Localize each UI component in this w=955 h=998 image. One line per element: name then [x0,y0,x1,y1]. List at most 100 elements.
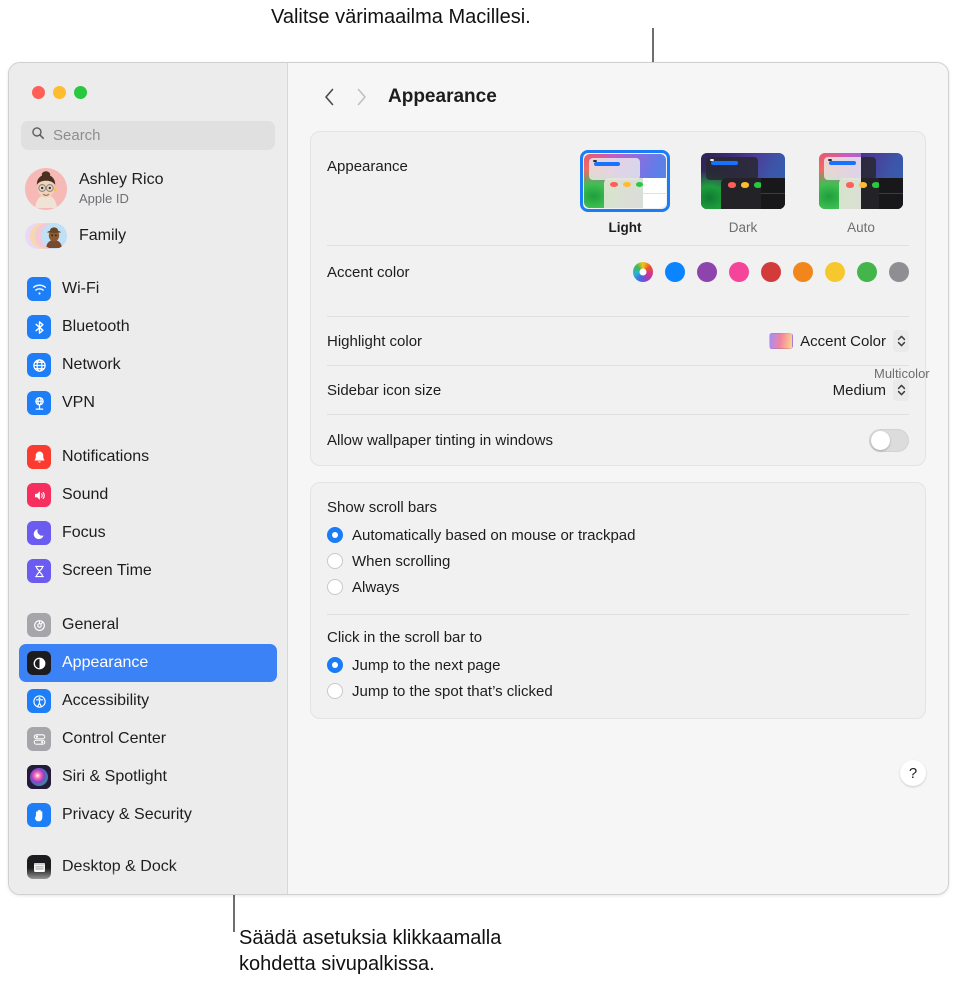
sidebar-item-appearance[interactable]: Appearance [19,644,277,682]
appearance-settings-card: Appearance Light Dark Auto Accent color … [310,131,930,466]
wifi-icon [27,277,51,301]
radio-icon[interactable] [327,527,343,543]
accent-swatch-blue[interactable] [665,262,685,282]
radio-icon[interactable] [327,553,343,569]
accessibility-icon [27,689,51,713]
scrollbar-option-label: When scrolling [352,552,451,570]
scroll-click-heading: Click in the scroll bar to [327,629,483,646]
sidebar-icon-size-row: Sidebar icon size Medium [311,366,925,414]
sidebar-item-label: Wi-Fi [62,280,100,297]
appearance-option-label: Light [608,220,642,235]
sidebar-item-label: Privacy & Security [62,806,192,823]
appearance-option-label: Auto [847,220,875,235]
chevron-updown-icon[interactable] [893,330,909,352]
scrollclick-option-spot-clicked[interactable]: Jump to the spot that’s clicked [327,678,909,704]
moon-icon [27,521,51,545]
wallpaper-tinting-toggle[interactable] [869,428,909,452]
sidebar-item-siri-and-spotlight[interactable]: Siri & Spotlight [19,758,277,796]
navigation-bar: Appearance [310,63,926,131]
accent-swatch-green[interactable] [857,262,877,282]
appearance-option-dark[interactable]: Dark [695,150,791,235]
sidebar-item-label: Sound [62,486,109,503]
appearance-thumb-auto[interactable] [816,150,906,212]
sidebar-item-desktop-and-dock[interactable]: Desktop & Dock [19,848,277,886]
sidebar-item-focus[interactable]: Focus [19,514,277,552]
accent-swatch-orange[interactable] [793,262,813,282]
sidebar-item-label: VPN [62,394,95,411]
window-controls [19,63,277,99]
callout-top-text: Valitse värimaailma Macillesi. [271,6,531,28]
appearance-option-auto[interactable]: Auto [813,150,909,235]
appearance-option-light[interactable]: Light [577,150,673,235]
appearance-options: Light Dark Auto [577,150,909,235]
hand-icon [27,803,51,827]
scrollbar-option-when-scrolling[interactable]: When scrolling [327,548,909,574]
minimize-button[interactable] [53,86,66,99]
search-input[interactable]: Search [21,121,275,150]
accent-swatch-graphite[interactable] [889,262,909,282]
accent-swatch-yellow[interactable] [825,262,845,282]
radio-icon[interactable] [327,683,343,699]
sidebar-item-wi-fi[interactable]: Wi-Fi [19,270,277,308]
help-button[interactable]: ? [900,760,926,786]
scrollbar-option-automatic[interactable]: Automatically based on mouse or trackpad [327,522,909,548]
sidebar-item-general[interactable]: General [19,606,277,644]
sidebar: Search Ashley Rico Apple ID Family Wi-Fi… [9,63,288,894]
callout-bottom-text: Säädä asetuksia klikkaamalla kohdetta si… [239,927,502,975]
close-button[interactable] [32,86,45,99]
appearance-label: Appearance [327,158,408,175]
sidebar-item-control-center[interactable]: Control Center [19,720,277,758]
sidebar-group-network: Wi-Fi Bluetooth Network VPN [19,270,277,422]
accent-swatch-pink[interactable] [729,262,749,282]
scrollclick-option-label: Jump to the next page [352,656,501,674]
sidebar-item-privacy-and-security[interactable]: Privacy & Security [19,796,277,834]
family-avatars-icon [25,221,67,251]
sidebar-item-apple-id[interactable]: Ashley Rico Apple ID [25,166,277,212]
desktop-dock-icon [27,855,51,879]
forward-button[interactable] [348,84,374,110]
scrollbar-option-always[interactable]: Always [327,574,909,600]
highlight-color-select[interactable]: Accent Color [769,330,909,352]
sidebar-item-label: Screen Time [62,562,152,579]
sidebar-group-system: Notifications Sound Focus Screen Time [19,438,277,590]
radio-icon[interactable] [327,579,343,595]
speaker-icon [27,483,51,507]
wallpaper-tinting-label: Allow wallpaper tinting in windows [327,431,553,449]
sidebar-item-label: Appearance [62,654,149,671]
accent-swatch-multicolor[interactable] [633,262,653,282]
back-button[interactable] [316,84,342,110]
sidebar-item-screen-time[interactable]: Screen Time [19,552,277,590]
sidebar-item-bluetooth[interactable]: Bluetooth [19,308,277,346]
scrollbar-option-label: Always [352,578,400,596]
search-icon [31,126,45,145]
scroll-settings-card: Show scroll bars Automatically based on … [310,482,926,719]
sidebar-item-accessibility[interactable]: Accessibility [19,682,277,720]
sidebar-icon-size-select[interactable]: Medium [833,379,909,401]
radio-icon[interactable] [327,657,343,673]
sidebar-item-label: Bluetooth [62,318,130,335]
row-divider [327,614,909,615]
chevron-updown-icon[interactable] [893,379,909,401]
search-placeholder: Search [53,127,101,144]
sidebar-item-sound[interactable]: Sound [19,476,277,514]
sidebar-item-label: Accessibility [62,692,150,709]
accent-swatch-red[interactable] [761,262,781,282]
appearance-thumb-light[interactable] [580,150,670,212]
sidebar-item-network[interactable]: Network [19,346,277,384]
appearance-thumb-dark[interactable] [698,150,788,212]
highlight-color-value: Accent Color [800,332,886,350]
maximize-button[interactable] [74,86,87,99]
sidebar-item-label: General [62,616,119,633]
content-pane: Appearance Appearance Light Dark Auto Ac… [288,63,948,894]
avatar [25,168,67,210]
sidebar-item-vpn[interactable]: VPN [19,384,277,422]
highlight-color-row: Highlight color Accent Color [311,317,925,365]
hourglass-icon [27,559,51,583]
show-scroll-bars-heading: Show scroll bars [327,499,438,516]
accent-swatch-purple[interactable] [697,262,717,282]
sidebar-item-notifications[interactable]: Notifications [19,438,277,476]
sidebar-icon-size-value: Medium [832,381,886,399]
scrollclick-option-next-page[interactable]: Jump to the next page [327,652,909,678]
wallpaper-tinting-row: Allow wallpaper tinting in windows [311,415,925,465]
sidebar-item-family[interactable]: Family [25,218,277,254]
